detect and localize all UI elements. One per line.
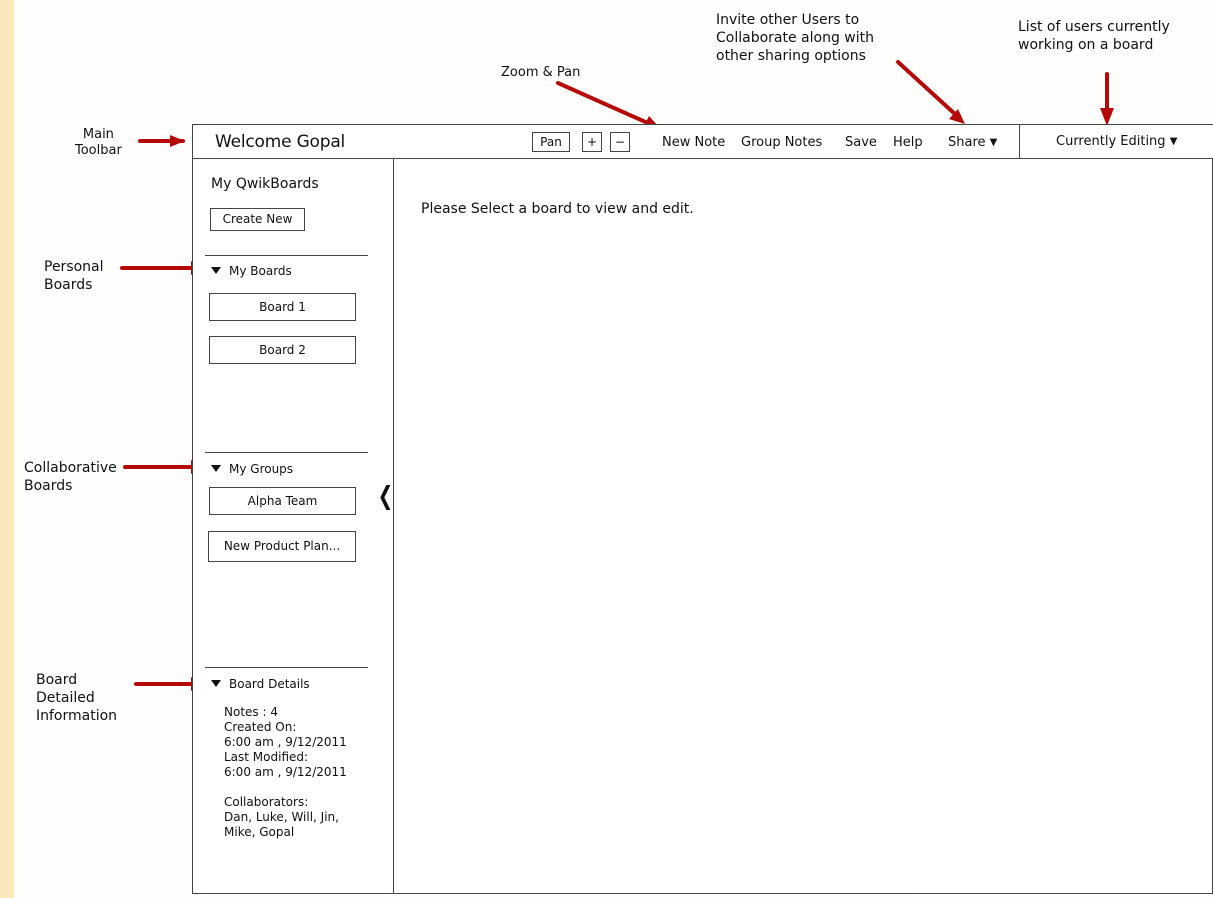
pan-button[interactable]: Pan xyxy=(532,132,570,152)
board-details-label: Board Details xyxy=(229,677,310,691)
boards-sidebar: My QwikBoards Create New My Boards Board… xyxy=(193,159,394,894)
board-details-text: Notes : 4 Created On: 6:00 am , 9/12/201… xyxy=(224,705,347,839)
board-1-button[interactable]: Board 1 xyxy=(209,293,356,321)
currently-editing-menu[interactable]: Currently Editing ▼ xyxy=(1056,133,1177,152)
share-label: Share xyxy=(948,135,986,150)
triangle-down-icon xyxy=(211,267,221,274)
group-notes-button[interactable]: Group Notes xyxy=(741,134,822,152)
triangle-down-icon xyxy=(211,465,221,472)
my-boards-section-toggle[interactable]: My Boards xyxy=(211,263,292,279)
my-boards-label: My Boards xyxy=(229,264,292,278)
zoom-out-button[interactable]: − xyxy=(610,132,630,152)
save-button[interactable]: Save xyxy=(845,134,877,152)
chevron-left-icon[interactable]: ❮ xyxy=(378,482,394,510)
new-product-plan-button[interactable]: New Product Plan... xyxy=(208,531,356,562)
board-details-section-toggle[interactable]: Board Details xyxy=(211,676,310,692)
main-toolbar: Welcome Gopal Pan + − New Note Group Not… xyxy=(193,125,1213,159)
zoom-in-button[interactable]: + xyxy=(582,132,602,152)
board-selection-message: Please Select a board to view and edit. xyxy=(421,201,694,217)
share-menu[interactable]: Share ▼ xyxy=(948,134,997,153)
help-button[interactable]: Help xyxy=(893,134,923,152)
board-2-button[interactable]: Board 2 xyxy=(209,336,356,364)
qwikboards-app-window: Welcome Gopal Pan + − New Note Group Not… xyxy=(192,124,1213,894)
section-divider xyxy=(205,667,368,668)
chevron-down-icon: ▼ xyxy=(1169,136,1178,147)
currently-editing-panel[interactable]: Currently Editing ▼ xyxy=(1019,125,1213,158)
chevron-down-icon: ▼ xyxy=(989,137,998,148)
sidebar-title: My QwikBoards xyxy=(211,176,319,192)
my-groups-label: My Groups xyxy=(229,462,294,476)
welcome-title: Welcome Gopal xyxy=(215,132,346,152)
triangle-down-icon xyxy=(211,680,221,687)
create-new-button[interactable]: Create New xyxy=(210,208,305,231)
currently-editing-label: Currently Editing xyxy=(1056,134,1166,149)
alpha-team-button[interactable]: Alpha Team xyxy=(209,487,356,515)
section-divider xyxy=(205,255,368,256)
new-note-button[interactable]: New Note xyxy=(662,134,725,152)
section-divider xyxy=(205,452,368,453)
my-groups-section-toggle[interactable]: My Groups xyxy=(211,461,293,477)
